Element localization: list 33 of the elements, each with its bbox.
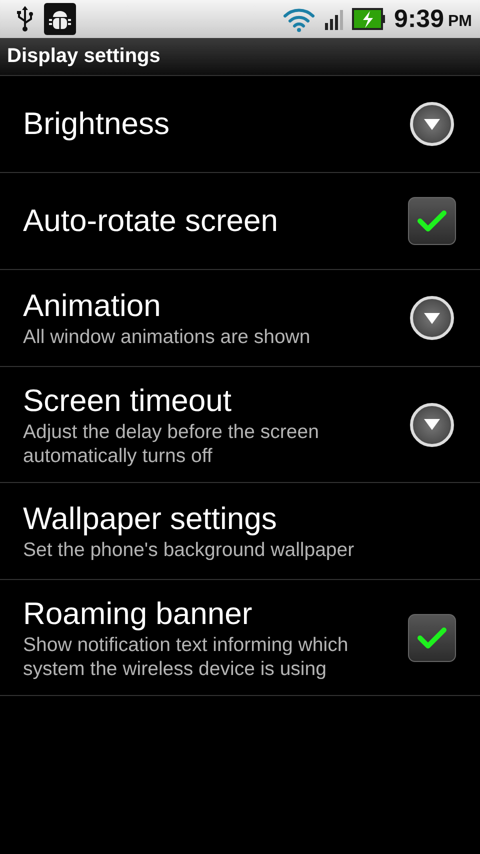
- caret-icon: [424, 419, 440, 430]
- setting-row[interactable]: Screen timeout Adjust the delay before the screen automatically turns off: [0, 367, 480, 483]
- caret-icon: [424, 118, 440, 130]
- usb-icon: [16, 6, 34, 32]
- clock-period: PM: [448, 13, 472, 31]
- android-debug-icon: [44, 3, 76, 35]
- setting-title: Screen timeout: [23, 382, 232, 420]
- checkbox[interactable]: [408, 614, 456, 662]
- setting-row[interactable]: Animation All window animations are shown: [0, 270, 480, 367]
- check-icon: [417, 626, 447, 650]
- screen-title: Display settings: [7, 45, 160, 68]
- setting-summary: Set the phone's background wallpaper: [23, 538, 356, 562]
- setting-summary: Adjust the delay before the screen automatically turns off: [23, 420, 320, 468]
- dropdown-button[interactable]: [410, 402, 454, 446]
- dropdown-button[interactable]: [410, 296, 454, 340]
- battery-charging-icon: [352, 8, 386, 30]
- signal-icon: [324, 8, 344, 30]
- setting-title: Animation: [23, 287, 162, 325]
- check-icon: [417, 209, 447, 233]
- clock-time: 9:39: [394, 4, 444, 34]
- setting-title: Brightness: [23, 105, 170, 143]
- setting-title: Roaming banner: [23, 594, 254, 632]
- setting-summary: All window animations are shown: [23, 325, 312, 349]
- dropdown-button[interactable]: [410, 102, 454, 146]
- setting-summary: Show notification text informing which system the wireless device is using: [23, 632, 350, 680]
- setting-row[interactable]: Auto-rotate screen: [0, 173, 480, 270]
- setting-row[interactable]: Roaming banner Show notification text informing which system the wireless device is using: [0, 580, 480, 696]
- setting-row[interactable]: Brightness: [0, 76, 480, 173]
- checkbox[interactable]: [408, 197, 456, 245]
- setting-row[interactable]: Wallpaper settings Set the phone's background wallpaper: [0, 483, 480, 580]
- setting-title: Wallpaper settings: [23, 500, 278, 538]
- setting-title: Auto-rotate screen: [23, 202, 280, 240]
- caret-icon: [424, 312, 440, 324]
